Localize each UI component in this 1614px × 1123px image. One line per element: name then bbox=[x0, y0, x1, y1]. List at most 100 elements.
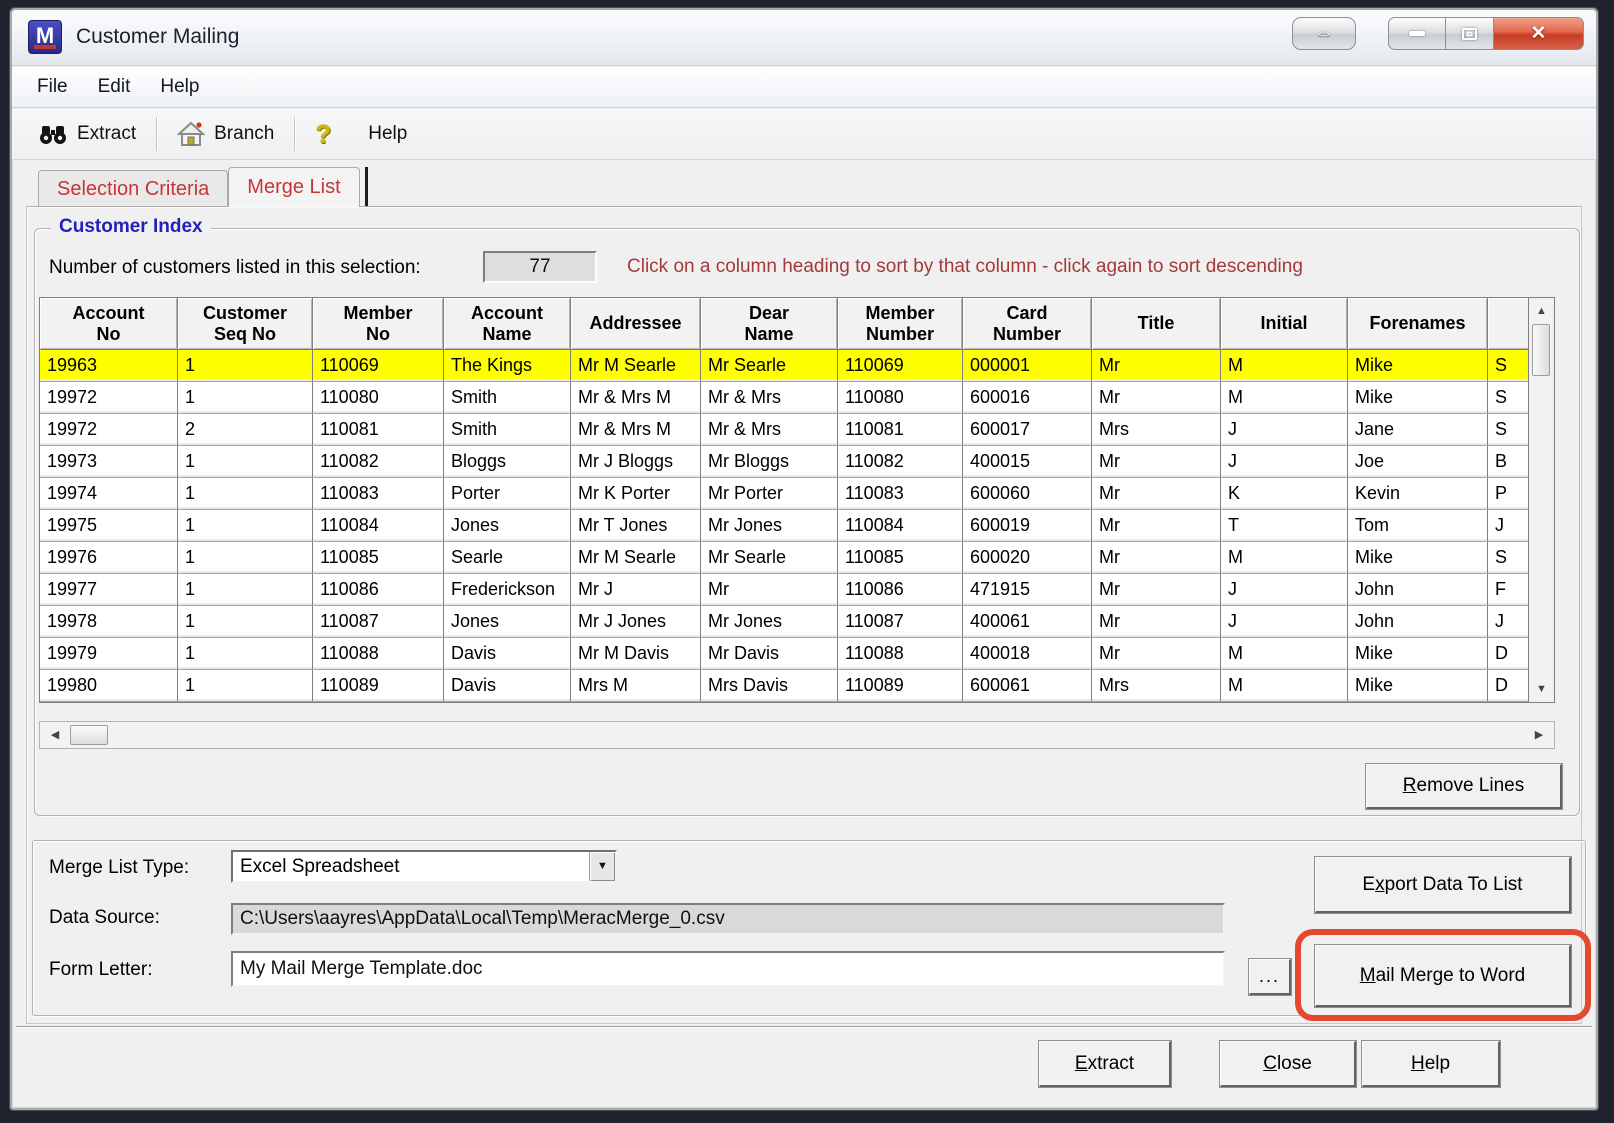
table-cell: Mr bbox=[1092, 606, 1221, 637]
tab-selection-criteria[interactable]: Selection Criteria bbox=[38, 170, 229, 207]
maximize-button[interactable] bbox=[1446, 17, 1494, 50]
table-cell: 110069 bbox=[838, 350, 963, 381]
table-cell: 110087 bbox=[313, 606, 444, 637]
table-cell: 110089 bbox=[313, 670, 444, 701]
column-header-clipped[interactable] bbox=[1488, 298, 1530, 350]
table-cell: Mr J bbox=[571, 574, 701, 605]
table-cell: 110089 bbox=[838, 670, 963, 701]
table-cell: Mike bbox=[1348, 382, 1488, 413]
table-cell: Mr bbox=[1092, 574, 1221, 605]
table-row[interactable]: 19977 1 110086 Frederickson Mr J Mr 110086 4719… bbox=[40, 574, 1554, 606]
column-header-dear-name[interactable]: Dear Name bbox=[701, 298, 838, 350]
tab-merge-list[interactable]: Merge List bbox=[228, 167, 360, 207]
customer-index-groupbox: Customer Index Number of customers liste… bbox=[34, 216, 1580, 816]
minimize-button[interactable] bbox=[1388, 17, 1446, 50]
branch-toolbar-button[interactable]: Branch bbox=[165, 115, 286, 153]
table-cell: 19972 bbox=[40, 414, 178, 445]
table-cell: 110085 bbox=[838, 542, 963, 573]
table-cell: Mr K Porter bbox=[571, 478, 701, 509]
minimize-icon bbox=[1409, 31, 1425, 36]
vertical-scroll-thumb[interactable] bbox=[1532, 324, 1550, 376]
table-row[interactable]: 19973 1 110082 Bloggs Mr J Bloggs Mr Bloggs 11… bbox=[40, 446, 1554, 478]
column-header-forenames[interactable]: Forenames bbox=[1348, 298, 1488, 350]
menu-file[interactable]: File bbox=[22, 71, 83, 103]
resize-horizontal-button[interactable]: ⇔ bbox=[1292, 17, 1356, 50]
table-cell: S bbox=[1495, 355, 1508, 375]
table-cell: Smith bbox=[444, 382, 571, 413]
table-cell: Mr & Mrs M bbox=[571, 414, 701, 445]
table-cell: Mike bbox=[1348, 542, 1488, 573]
table-cell: John bbox=[1348, 606, 1488, 637]
grid-header-row: Account No Customer Seq No Member No Accoun… bbox=[40, 298, 1554, 350]
table-cell: 110088 bbox=[838, 638, 963, 669]
table-row[interactable]: 19978 1 110087 Jones Mr J Jones Mr Jones 11008… bbox=[40, 606, 1554, 638]
table-cell: Mr Bloggs bbox=[701, 446, 838, 477]
table-cell: 000001 bbox=[963, 350, 1092, 381]
export-data-to-list-button[interactable]: Ex port Data To List bbox=[1314, 856, 1572, 914]
table-cell: Tom bbox=[1348, 510, 1488, 541]
extract-toolbar-button[interactable]: Extract bbox=[26, 117, 148, 151]
table-cell: Mr bbox=[1092, 382, 1221, 413]
table-cell: Mr bbox=[1092, 510, 1221, 541]
table-cell: Mr Porter bbox=[701, 478, 838, 509]
merge-form-panel: Merge List Type: Excel Spreadsheet ▼ Dat… bbox=[32, 840, 1591, 1021]
column-header-card-number[interactable]: Card Number bbox=[963, 298, 1092, 350]
table-cell: Mr T Jones bbox=[571, 510, 701, 541]
browse-button[interactable]: ... bbox=[1248, 958, 1292, 996]
table-row[interactable]: 19975 1 110084 Jones Mr T Jones Mr Jones 11008… bbox=[40, 510, 1554, 542]
mail-merge-to-word-button[interactable]: Mail Merge to Word bbox=[1314, 944, 1572, 1008]
column-header-customer-seq-no[interactable]: Customer Seq No bbox=[178, 298, 313, 350]
table-cell: Mr bbox=[1092, 446, 1221, 477]
table-cell: Jane bbox=[1348, 414, 1488, 445]
table-cell: 110081 bbox=[838, 414, 963, 445]
combo-dropdown-arrow-icon[interactable]: ▼ bbox=[589, 852, 615, 881]
column-header-member-number[interactable]: Member Number bbox=[838, 298, 963, 350]
table-cell: T bbox=[1221, 510, 1348, 541]
scroll-down-arrow-icon[interactable]: ▼ bbox=[1529, 678, 1554, 700]
table-cell: Mr Searle bbox=[701, 350, 838, 381]
close-button[interactable]: ✕ bbox=[1494, 17, 1584, 50]
table-cell: D bbox=[1495, 643, 1508, 663]
title-bar: M Customer Mailing ⇔ ✕ bbox=[12, 10, 1596, 66]
column-header-title[interactable]: Title bbox=[1092, 298, 1221, 350]
remove-lines-button[interactable]: Remove Lines bbox=[1365, 763, 1563, 810]
menu-help[interactable]: Help bbox=[145, 71, 214, 103]
menu-bar: File Edit Help bbox=[12, 67, 1596, 108]
table-cell: 110082 bbox=[838, 446, 963, 477]
table-cell: Mike bbox=[1348, 638, 1488, 669]
table-row[interactable]: 19972 2 110081 Smith Mr & Mrs M Mr & Mrs 11008… bbox=[40, 414, 1554, 446]
column-header-addressee[interactable]: Addressee bbox=[571, 298, 701, 350]
table-cell: The Kings bbox=[444, 350, 571, 381]
help-button[interactable]: Help bbox=[1361, 1040, 1501, 1088]
vertical-scrollbar[interactable]: ▲ ▼ bbox=[1528, 298, 1554, 702]
table-cell: Mr Davis bbox=[701, 638, 838, 669]
merge-list-type-combobox[interactable]: Excel Spreadsheet ▼ bbox=[231, 850, 617, 883]
column-header-initial[interactable]: Initial bbox=[1221, 298, 1348, 350]
column-header-account-no[interactable]: Account No bbox=[40, 298, 178, 350]
form-letter-field[interactable]: My Mail Merge Template.doc bbox=[231, 951, 1225, 987]
data-source-field[interactable]: C:\Users\aayres\AppData\Local\Temp\Merac… bbox=[231, 903, 1225, 935]
table-cell: Mr & Mrs M bbox=[571, 382, 701, 413]
column-header-member-no[interactable]: Member No bbox=[313, 298, 444, 350]
table-row[interactable]: 19972 1 110080 Smith Mr & Mrs M Mr & Mrs 11008… bbox=[40, 382, 1554, 414]
form-letter-label: Form Letter: bbox=[49, 959, 153, 980]
table-cell: Jones bbox=[444, 606, 571, 637]
table-cell: 600061 bbox=[963, 670, 1092, 701]
horizontal-scrollbar[interactable]: ◀ ▶ bbox=[39, 721, 1555, 749]
scroll-right-arrow-icon[interactable]: ▶ bbox=[1528, 724, 1550, 746]
horizontal-scroll-thumb[interactable] bbox=[70, 725, 108, 745]
help-toolbar-button[interactable]: ? Help bbox=[303, 113, 419, 156]
table-row[interactable]: 19980 1 110089 Davis Mrs M Mrs Davis 110089 600… bbox=[40, 670, 1554, 702]
menu-edit[interactable]: Edit bbox=[83, 71, 146, 103]
table-row[interactable]: 19976 1 110085 Searle Mr M Searle Mr Searle 11… bbox=[40, 542, 1554, 574]
table-row[interactable]: 19974 1 110083 Porter Mr K Porter Mr Porter 11… bbox=[40, 478, 1554, 510]
extract-button[interactable]: Extract bbox=[1038, 1040, 1172, 1088]
scroll-left-arrow-icon[interactable]: ◀ bbox=[44, 724, 66, 746]
column-header-account-name[interactable]: Account Name bbox=[444, 298, 571, 350]
table-cell: Smith bbox=[444, 414, 571, 445]
table-row[interactable]: 19979 1 110088 Davis Mr M Davis Mr Davis 11008… bbox=[40, 638, 1554, 670]
table-cell: 110086 bbox=[838, 574, 963, 605]
scroll-up-arrow-icon[interactable]: ▲ bbox=[1529, 300, 1554, 322]
table-row-selected[interactable]: 19963 1 110069 The Kings Mr M Searle Mr Searl… bbox=[40, 350, 1554, 382]
close-dialog-button[interactable]: Close bbox=[1219, 1040, 1357, 1088]
